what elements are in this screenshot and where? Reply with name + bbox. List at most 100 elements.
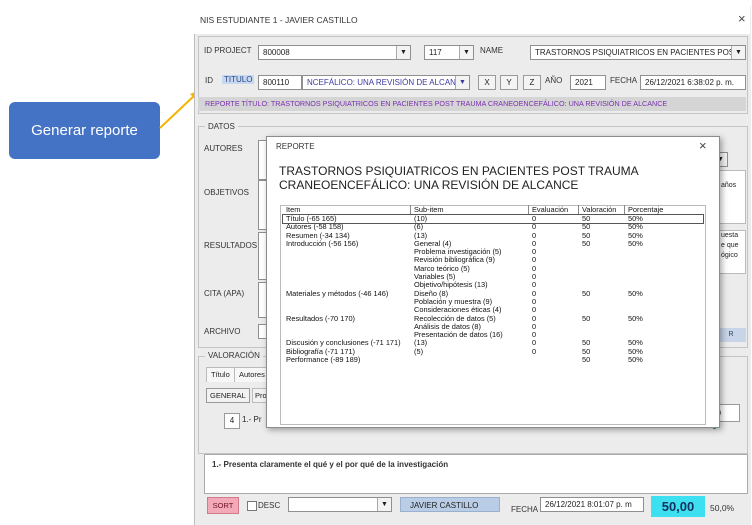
table-cell xyxy=(579,298,625,306)
table-cell: 50% xyxy=(628,313,643,323)
col-evaluacion: Evaluación xyxy=(529,205,579,215)
table-cell xyxy=(283,298,411,306)
table-cell xyxy=(579,248,625,256)
table-cell xyxy=(579,273,625,281)
table-cell: 50% xyxy=(628,355,643,365)
tab-autores[interactable]: Autores xyxy=(234,367,268,382)
reporte-bar[interactable]: REPORTE TÍTULO: TRASTORNOS PSIQUIATRICOS… xyxy=(198,97,746,111)
reporte-table: Item Sub-item Evaluación Valoración Porc… xyxy=(282,205,704,365)
table-row: Materiales y métodos (-46 146) Diseño (8)… xyxy=(283,288,703,298)
reporte-title: TRASTORNOS PSIQUIATRICOS EN PACIENTES PO… xyxy=(279,164,639,192)
sort-field-select[interactable]: ▼ xyxy=(288,497,392,512)
reporte-title-line-1: TRASTORNOS PSIQUIATRICOS EN PACIENTES PO… xyxy=(279,164,639,178)
table-cell: 0 xyxy=(532,313,537,323)
x-button[interactable]: X xyxy=(478,75,496,90)
reporte-close-icon[interactable]: × xyxy=(699,138,707,153)
resultados-overflow: uesta e que ógico xyxy=(716,230,746,274)
z-button[interactable]: Z xyxy=(523,75,541,90)
objetivos-label: OBJETIVOS xyxy=(204,188,249,197)
table-cell: 0 xyxy=(532,263,537,273)
table-cell: 0 xyxy=(532,255,537,265)
table-cell xyxy=(529,356,579,364)
table-cell xyxy=(625,273,703,281)
valoracion-label: VALORACIÓN xyxy=(205,351,263,360)
bottom-fecha-label: FECHA xyxy=(511,505,539,514)
table-cell xyxy=(625,256,703,264)
table-cell xyxy=(625,323,703,331)
table-cell: Materiales y métodos (-46 146) xyxy=(286,288,389,298)
reporte-window-title: REPORTE xyxy=(276,142,315,151)
reporte-title-line-2: CRANEOENCEFÁLICO: UNA REVISIÓN DE ALCANC… xyxy=(279,178,579,192)
id-project-select[interactable]: 800008 ▼ xyxy=(258,45,411,60)
archivo-label: ARCHIVO xyxy=(204,327,241,336)
table-cell: Presentación de datos (16) xyxy=(414,330,503,340)
name-select[interactable]: TRASTORNOS PSIQUIATRICOS EN PACIENTES PO… xyxy=(530,45,746,60)
table-cell xyxy=(283,323,411,331)
table-cell xyxy=(283,256,411,264)
titulo-select[interactable]: NCEFÁLICO: UNA REVISIÓN DE ALCANCE ▼ xyxy=(302,75,470,90)
archivo-button[interactable]: R xyxy=(716,328,746,342)
table-row: Marco teórico (5) 0 xyxy=(283,263,703,273)
table-cell: (13) xyxy=(414,338,428,348)
table-cell: 50 xyxy=(582,288,591,298)
id-project-label: ID PROJECT xyxy=(204,46,252,55)
project-number-select[interactable]: 117 ▼ xyxy=(424,45,474,60)
table-row: Revisión bibliográfica (9) 0 xyxy=(283,255,703,265)
anio-field[interactable]: 2021 xyxy=(570,75,606,90)
cita-label: CITA (APA) xyxy=(204,289,245,298)
table-cell xyxy=(579,323,625,331)
question-text: 1.- Presenta claramente el qué y el por … xyxy=(212,460,449,469)
table-cell: (10) xyxy=(414,214,428,223)
chevron-down-icon: ▼ xyxy=(455,76,469,89)
table-cell: Introducción (-56 156) xyxy=(286,238,359,248)
tab-titulo[interactable]: Título xyxy=(206,367,235,382)
anio-label: AÑO xyxy=(545,76,563,85)
table-row: Performance (-89 189) 50 50% xyxy=(283,355,703,365)
table-cell: 0 xyxy=(532,230,537,240)
bottom-fecha-field[interactable]: 26/12/2021 8:01:07 p. m xyxy=(540,497,644,512)
table-cell xyxy=(625,248,703,256)
table-cell: 0 xyxy=(532,280,537,290)
table-cell xyxy=(579,256,625,264)
table-cell: 0 xyxy=(532,288,537,298)
sort-button[interactable]: SORT xyxy=(207,497,239,514)
table-cell: 50% xyxy=(628,238,643,248)
chevron-down-icon: ▼ xyxy=(377,498,391,511)
name-label: NAME xyxy=(480,46,504,55)
table-cell: 50 xyxy=(582,238,591,248)
table-cell: 0 xyxy=(532,238,537,248)
table-cell: 0 xyxy=(532,321,537,331)
table-cell: 0 xyxy=(532,346,537,356)
table-cell xyxy=(625,298,703,306)
titulo-id-field[interactable]: 800110 xyxy=(258,75,302,90)
table-row: Resultados (-70 170) Recolección de datos… xyxy=(283,313,703,323)
table-cell: 0 xyxy=(532,214,537,223)
percent-display: 50,0% xyxy=(710,503,735,513)
window-title: NIS ESTUDIANTE 1 - JAVIER CASTILLO xyxy=(200,15,358,25)
table-cell: 0 xyxy=(532,330,537,340)
table-cell: (6) xyxy=(414,222,424,232)
fecha-label: FECHA xyxy=(610,76,638,85)
close-icon[interactable]: × xyxy=(738,11,746,26)
table-cell: 0 xyxy=(532,247,537,257)
table-cell: 50% xyxy=(628,288,643,298)
titulo-label: TITULO xyxy=(222,75,255,84)
table-cell: Resultados (-70 170) xyxy=(286,313,356,323)
desc-checkbox[interactable] xyxy=(247,501,257,511)
table-cell xyxy=(283,265,411,273)
id-label: ID xyxy=(205,76,213,85)
generar-reporte-callout: Generar reporte xyxy=(9,102,160,159)
y-button[interactable]: Y xyxy=(500,75,518,90)
desc-label: DESC xyxy=(258,501,281,510)
score-display: 50,00 xyxy=(651,496,705,517)
table-cell xyxy=(283,248,411,256)
chevron-down-icon: ▼ xyxy=(459,46,473,59)
table-cell: 50 xyxy=(582,313,591,323)
tab-general[interactable]: GENERAL xyxy=(206,388,250,403)
table-cell: (5) xyxy=(414,346,424,356)
fecha-field[interactable]: 26/12/2021 6:38:02 p. m. xyxy=(640,75,746,90)
autores-label: AUTORES xyxy=(204,144,243,153)
chevron-down-icon: ▼ xyxy=(731,46,745,59)
table-cell: 0 xyxy=(532,338,537,348)
col-subitem: Sub-item xyxy=(411,205,529,215)
